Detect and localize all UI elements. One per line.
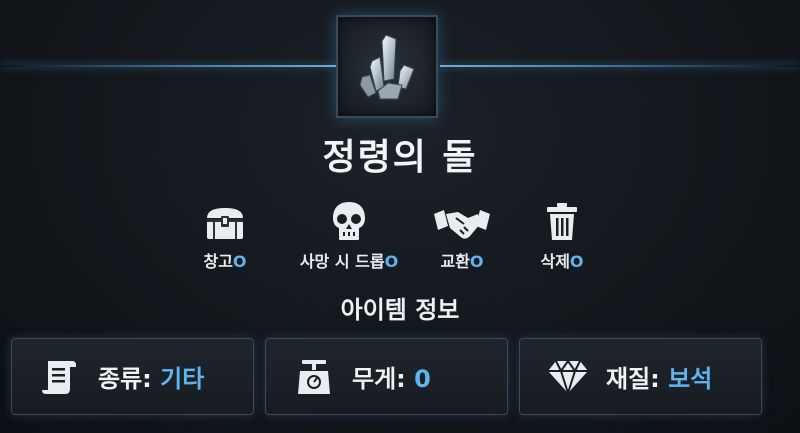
info-material-label: 재질: xyxy=(606,365,669,393)
header-divider-right xyxy=(440,65,800,67)
scroll-icon xyxy=(42,360,76,394)
flag-delete: 삭제O xyxy=(492,198,632,272)
info-type-label: 종류: xyxy=(98,365,161,393)
flag-delete-label: 삭제 xyxy=(540,252,570,271)
flag-storage-value: O xyxy=(232,252,247,271)
item-name: 정령의 돌 xyxy=(322,137,478,178)
flag-storage-label: 창고 xyxy=(203,252,233,271)
info-card-material: 재질: 보석 xyxy=(519,338,762,415)
trash-icon xyxy=(547,203,577,240)
flag-trade-label: 교환 xyxy=(440,252,470,271)
gem-icon xyxy=(548,358,588,395)
scale-icon xyxy=(298,359,330,394)
info-type-value: 기타 xyxy=(160,365,205,393)
chest-icon xyxy=(207,208,243,239)
info-card-weight: 무게: 0 xyxy=(265,338,508,415)
handshake-icon xyxy=(434,210,490,239)
header-divider-left xyxy=(0,65,336,67)
info-weight-value: 0 xyxy=(414,365,431,393)
flag-storage: 창고O xyxy=(155,198,295,272)
flag-delete-value: O xyxy=(569,252,584,271)
flag-trade-value: O xyxy=(469,252,484,271)
info-material-value: 보석 xyxy=(668,365,713,393)
crystal-icon xyxy=(359,34,415,100)
skull-icon xyxy=(333,202,365,240)
flag-death-drop-label: 사망 시 드롭 xyxy=(299,252,385,271)
info-weight-label: 무게: xyxy=(352,365,415,393)
info-card-type: 종류: 기타 xyxy=(11,338,254,415)
item-icon-frame[interactable] xyxy=(336,15,438,118)
section-title-item-info: 아이템 정보 xyxy=(340,296,460,324)
